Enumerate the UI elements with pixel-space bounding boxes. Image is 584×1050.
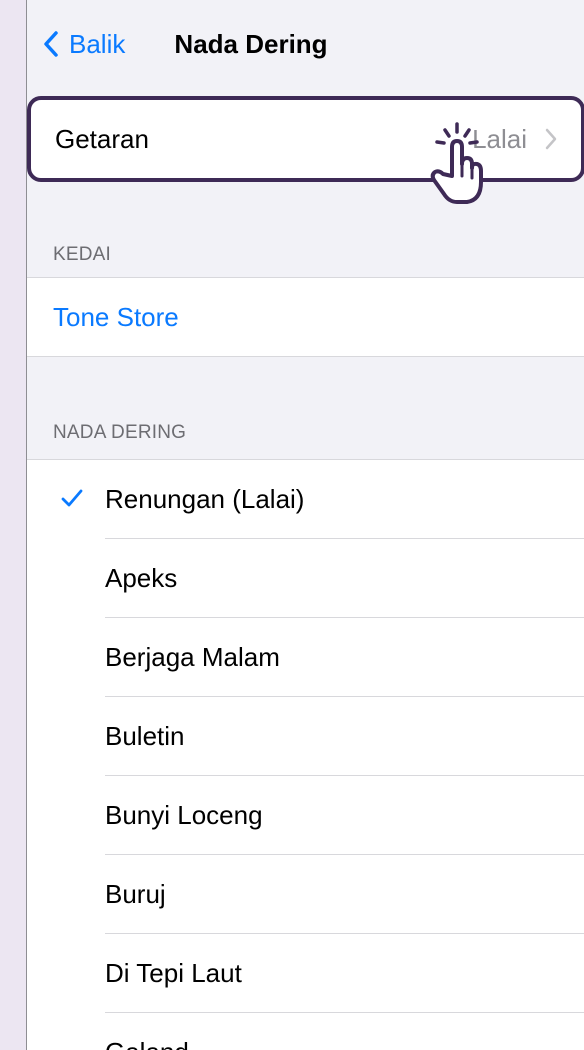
- ringtone-item[interactable]: Buletin: [27, 697, 584, 776]
- ringtone-section-header: NADA DERING: [53, 422, 187, 443]
- ringtone-list: Renungan (Lalai) Apeks Berjaga Malam Bul…: [27, 459, 584, 1050]
- ringtone-label: Berjaga Malam: [105, 642, 280, 672]
- ringtone-item[interactable]: Di Tepi Laut: [27, 934, 584, 1013]
- ringtone-label: Renungan (Lalai): [105, 484, 305, 514]
- ringtone-label: Bunyi Loceng: [105, 800, 263, 830]
- checkmark-icon: [61, 489, 83, 507]
- tap-hand-icon: [430, 122, 483, 204]
- ringtone-label: Buruj: [105, 879, 166, 909]
- ringtone-item[interactable]: Renungan (Lalai): [27, 460, 584, 539]
- store-section-header: KEDAI: [53, 244, 112, 265]
- vibration-row[interactable]: Getaran Lalai: [27, 96, 584, 182]
- vibration-label: Getaran: [55, 123, 149, 154]
- phone-screen: Balik Nada Dering Getaran Lalai KEDAI To…: [26, 0, 584, 1050]
- tone-store-label: Tone Store: [53, 301, 179, 332]
- store-group: Tone Store: [27, 277, 584, 357]
- ringtone-label: Di Tepi Laut: [105, 958, 242, 988]
- ringtone-item[interactable]: Berjaga Malam: [27, 618, 584, 697]
- chevron-right-icon: [545, 128, 557, 150]
- navigation-bar: Balik Nada Dering: [27, 0, 584, 88]
- ringtone-label: Apeks: [105, 563, 178, 593]
- ringtone-item[interactable]: Apeks: [27, 539, 584, 618]
- ringtone-item[interactable]: Galand: [27, 1013, 584, 1050]
- page-title: Nada Dering: [174, 29, 328, 59]
- ringtone-label: Buletin: [105, 721, 185, 751]
- ringtone-item[interactable]: Buruj: [27, 855, 584, 934]
- ringtone-item[interactable]: Bunyi Loceng: [27, 776, 584, 855]
- tone-store-link[interactable]: Tone Store: [27, 278, 584, 356]
- ringtone-label: Galand: [105, 1037, 189, 1050]
